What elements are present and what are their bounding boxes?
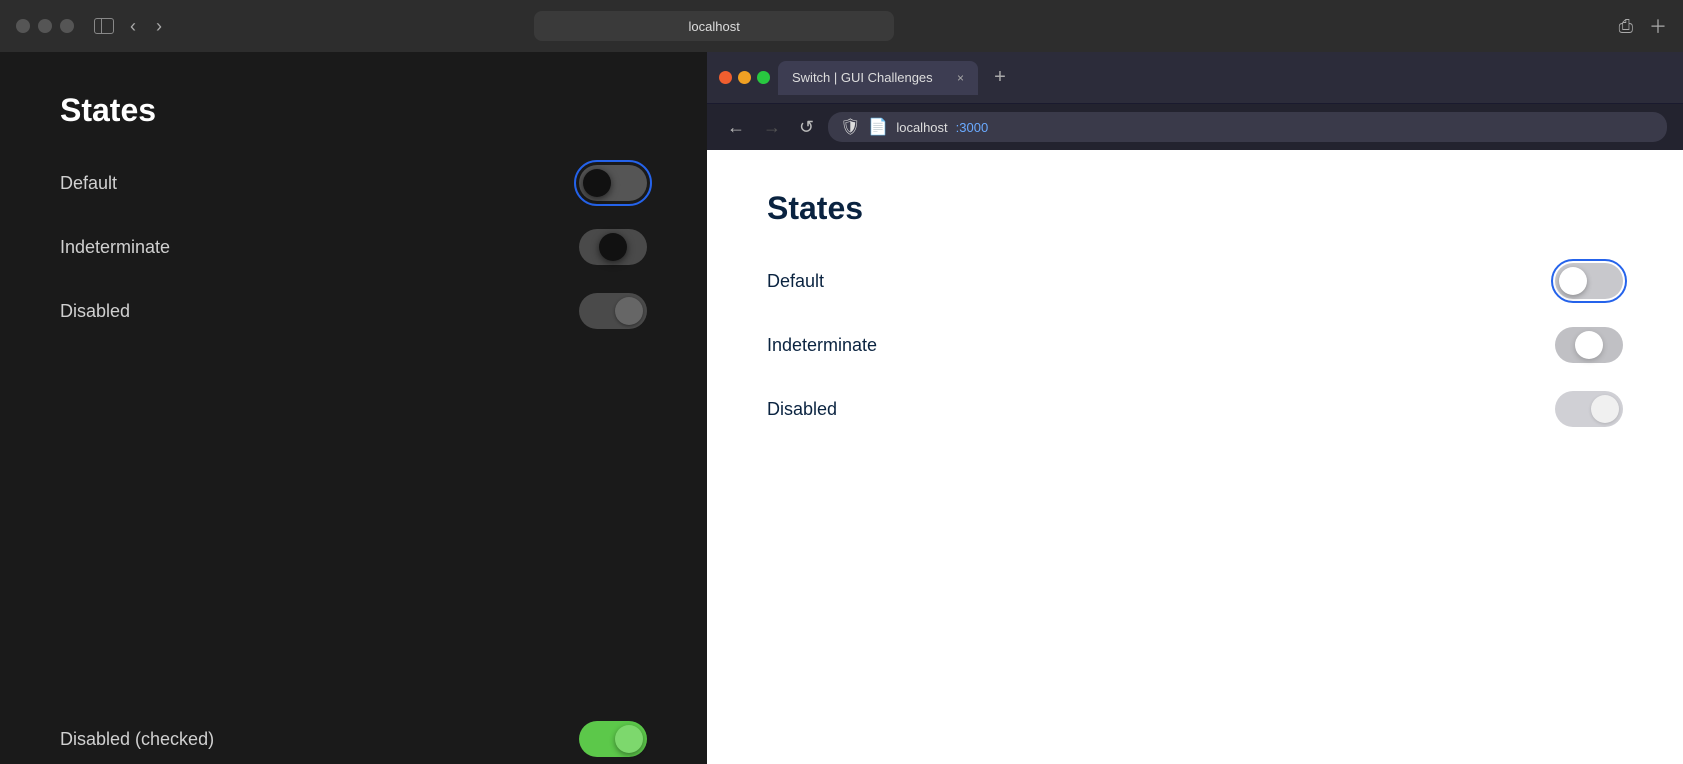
tab-close-button[interactable]: ×: [957, 71, 964, 85]
left-label-default: Default: [60, 173, 117, 194]
page-toggle-default-thumb: [1559, 267, 1587, 295]
left-row-disabled: Disabled: [60, 293, 647, 329]
tab-bar: Switch | GUI Challenges × +: [778, 61, 1671, 95]
left-toggle-default-thumb: [583, 169, 611, 197]
back-button[interactable]: ←: [723, 115, 749, 140]
left-panel: States Default Indeterminate Disabled: [0, 52, 707, 764]
right-browser: Switch | GUI Challenges × + ← → ↺ 🛡 📄 lo…: [707, 52, 1683, 764]
os-titlebar: ‹ › localhost ⎙ ＋: [0, 0, 1683, 52]
browser-nav-bar: ← → ↺ 🛡 📄 localhost :3000: [707, 104, 1683, 150]
os-address-text: localhost: [689, 19, 740, 34]
new-tab-button[interactable]: +: [986, 64, 1014, 92]
tab-switch-gui[interactable]: Switch | GUI Challenges ×: [778, 61, 978, 95]
left-toggle-default[interactable]: [579, 165, 647, 201]
browser-content: States Default Indeterminate Disabled: [0, 52, 1683, 764]
left-row-default: Default: [60, 165, 647, 201]
left-row-indeterminate: Indeterminate: [60, 229, 647, 265]
page-row-disabled: Disabled: [767, 391, 1623, 427]
left-toggle-indeterminate[interactable]: [579, 229, 647, 265]
page-toggle-default[interactable]: [1555, 263, 1623, 299]
page-toggle-indeterminate[interactable]: [1555, 327, 1623, 363]
browser-tl-close[interactable]: [719, 71, 732, 84]
left-toggle-disabled: [579, 293, 647, 329]
left-toggle-disabled-checked-thumb: [615, 725, 643, 753]
page-toggle-disabled: [1555, 391, 1623, 427]
left-toggle-indeterminate-thumb: [599, 233, 627, 261]
page-content: States Default Indeterminate Disabled: [707, 150, 1683, 764]
os-address-bar[interactable]: localhost: [534, 11, 894, 41]
left-label-disabled: Disabled: [60, 301, 130, 322]
os-forward-button[interactable]: ›: [152, 14, 166, 39]
left-label-disabled-checked: Disabled (checked): [60, 729, 214, 750]
doc-icon: 📄: [868, 117, 888, 137]
sidebar-toggle-icon[interactable]: [94, 18, 114, 34]
left-partial-row: Disabled (checked): [0, 714, 707, 764]
browser-tl-max[interactable]: [757, 71, 770, 84]
left-section-title: States: [60, 92, 647, 129]
reload-button[interactable]: ↺: [795, 115, 818, 140]
left-toggle-disabled-checked: [579, 721, 647, 757]
url-host: localhost: [896, 120, 947, 135]
left-label-indeterminate: Indeterminate: [60, 237, 170, 258]
os-toolbar-right: ⎙ ＋: [1619, 13, 1667, 39]
forward-button[interactable]: →: [759, 115, 785, 140]
page-toggle-indeterminate-thumb: [1575, 331, 1603, 359]
page-label-disabled: Disabled: [767, 399, 837, 420]
os-traffic-lights: [16, 19, 74, 33]
page-section-title: States: [767, 190, 1623, 227]
page-toggle-disabled-thumb: [1591, 395, 1619, 423]
os-tl-max[interactable]: [60, 19, 74, 33]
browser-chrome-top: Switch | GUI Challenges × +: [707, 52, 1683, 104]
os-back-button[interactable]: ‹: [126, 14, 140, 39]
shield-icon: 🛡: [840, 117, 860, 137]
page-row-default: Default: [767, 263, 1623, 299]
page-label-indeterminate: Indeterminate: [767, 335, 877, 356]
page-label-default: Default: [767, 271, 824, 292]
os-new-tab-icon[interactable]: ＋: [1649, 13, 1667, 39]
browser-tl-min[interactable]: [738, 71, 751, 84]
page-row-indeterminate: Indeterminate: [767, 327, 1623, 363]
os-share-icon[interactable]: ⎙: [1619, 16, 1633, 37]
left-toggle-disabled-thumb: [615, 297, 643, 325]
os-tl-close[interactable]: [16, 19, 30, 33]
browser-traffic-lights: [719, 71, 770, 84]
url-port: :3000: [956, 120, 989, 135]
os-tl-min[interactable]: [38, 19, 52, 33]
tab-title: Switch | GUI Challenges: [792, 70, 933, 85]
url-bar[interactable]: 🛡 📄 localhost :3000: [828, 112, 1667, 142]
